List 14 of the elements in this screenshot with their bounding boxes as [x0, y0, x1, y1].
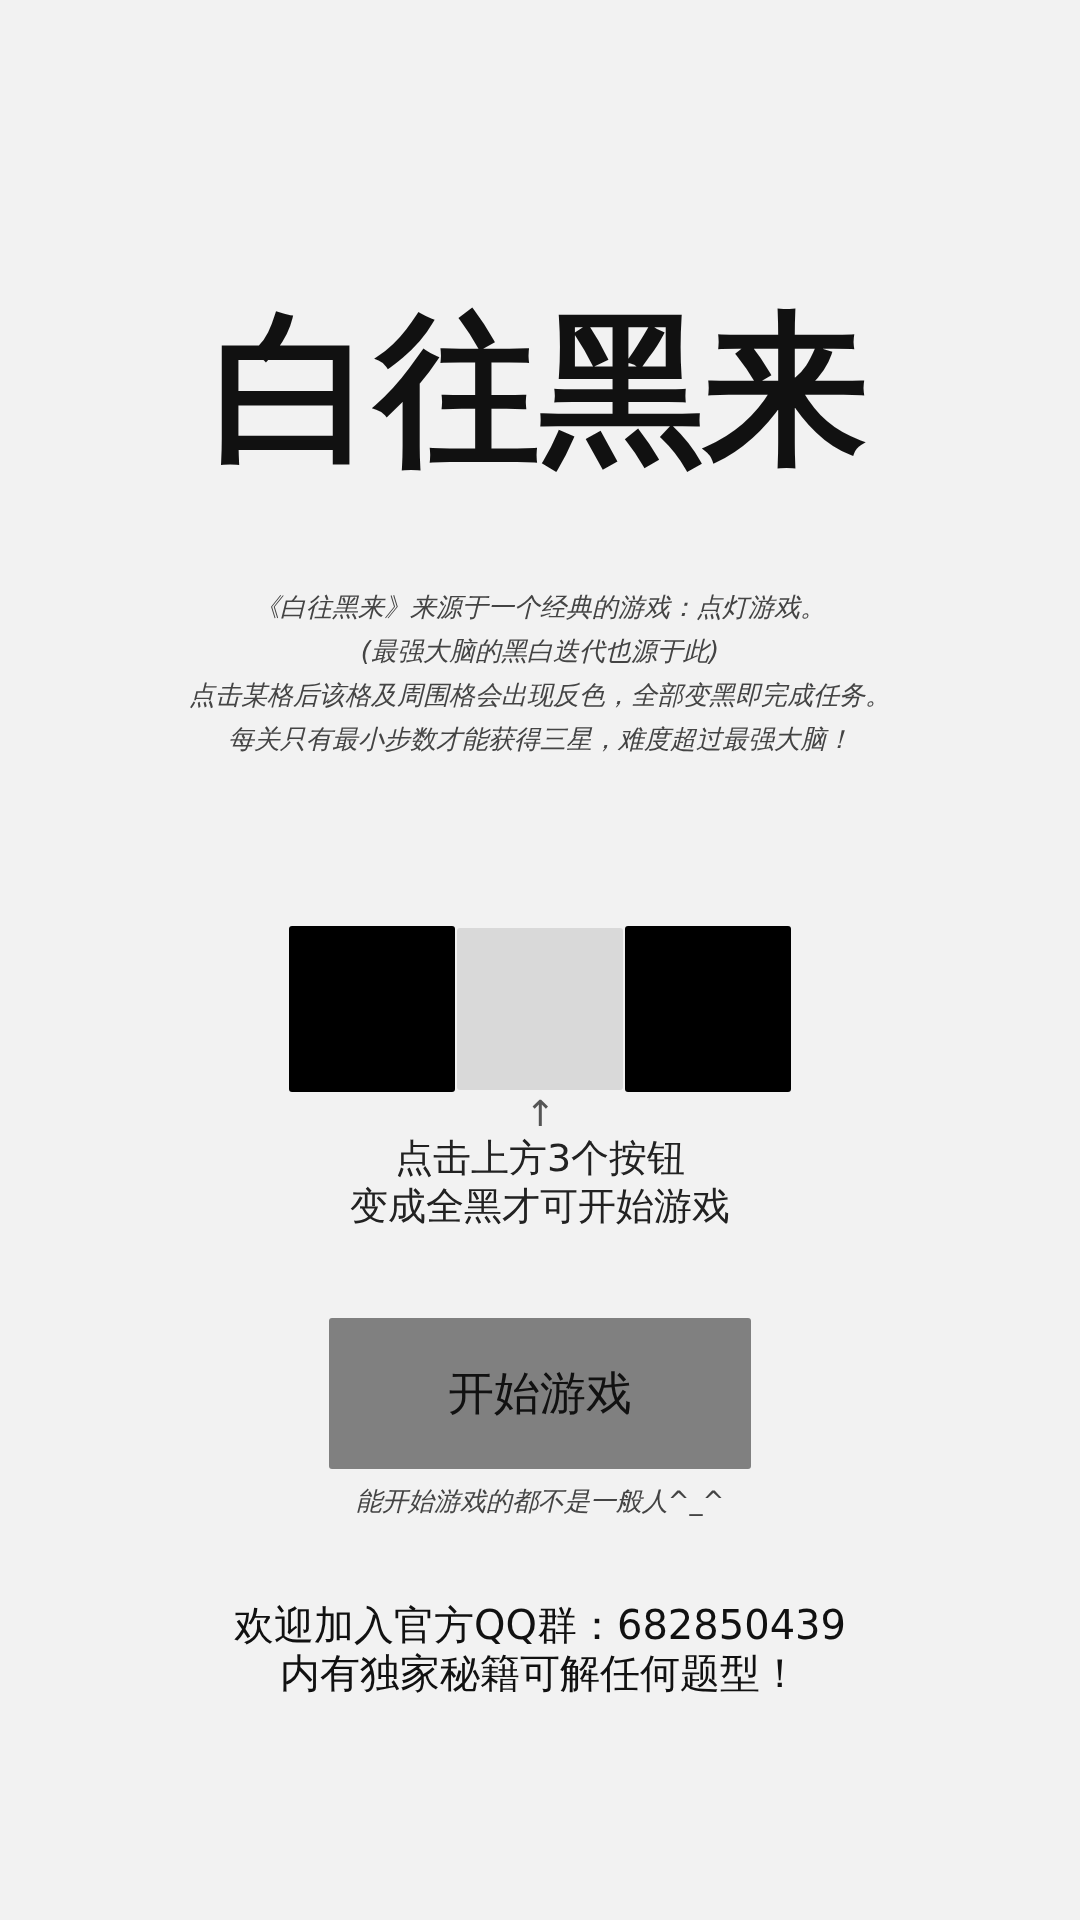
hint-line: 变成全黑才可开始游戏 [350, 1183, 730, 1230]
toggle-tile[interactable] [457, 928, 623, 1090]
description-line: 点击某格后该格及周围格会出现反色，全部变黑即完成任务。 [189, 679, 891, 712]
game-title: 白往黑来 [212, 293, 868, 487]
arrow-text: ↑ [524, 1094, 556, 1134]
footer-line: 欢迎加入官方QQ群：682850439 [234, 1601, 846, 1649]
hint-line: 点击上方3个按钮 [394, 1135, 686, 1182]
footer-line: 内有独家秘籍可解任何题型！ [280, 1649, 800, 1697]
toggle-tile[interactable] [289, 926, 455, 1092]
description-line: 《白往黑来》来源于一个经典的游戏：点灯游戏。 [254, 591, 826, 624]
description-line: 每关只有最小步数才能获得三星，难度超过最强大脑！ [228, 723, 852, 756]
caption-text: 能开始游戏的都不是一般人^_^ [355, 1485, 725, 1518]
description-line: (最强大脑的黑白迭代也源于此) [360, 635, 720, 668]
toggle-tile[interactable] [625, 926, 791, 1092]
